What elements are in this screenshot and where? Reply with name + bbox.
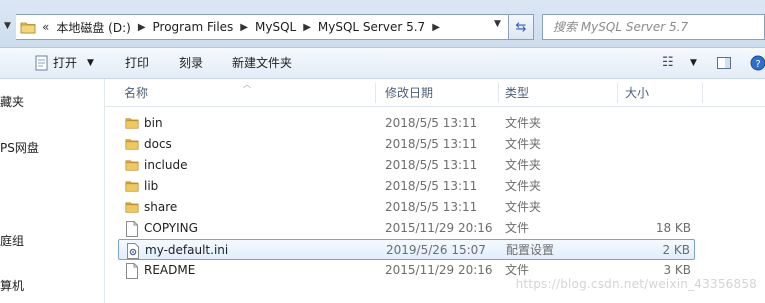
nav-item-favorites[interactable]: 藏夹: [0, 93, 24, 110]
refresh-icon: ⇆: [515, 19, 527, 35]
folder-icon: [125, 116, 139, 133]
file-type: 文件夹: [505, 179, 542, 193]
folder-icon: [20, 19, 36, 38]
preview-pane-icon[interactable]: [716, 55, 732, 74]
open-button[interactable]: 打开: [53, 48, 77, 78]
file-type: 文件夹: [505, 158, 542, 172]
folder-icon: [125, 179, 139, 196]
file-name: bin: [144, 116, 163, 130]
file-icon: [125, 221, 139, 240]
burn-button[interactable]: 刻录: [179, 48, 203, 78]
chevron-right-icon[interactable]: ▶: [430, 22, 442, 33]
file-date: 2018/5/5 13:11: [385, 179, 478, 193]
file-type: 文件夹: [505, 200, 542, 214]
svg-text:?: ?: [755, 59, 760, 70]
column-headers: ︿ 名称 修改日期 类型 大小: [105, 79, 765, 107]
file-name: my-default.ini: [145, 243, 229, 257]
file-row[interactable]: share 2018/5/5 13:11 文件夹: [118, 197, 695, 218]
address-bar[interactable]: « 本地磁盘 (D:) ▶ Program Files ▶ MySQL ▶ My…: [16, 14, 521, 40]
file-name: README: [144, 263, 196, 277]
command-bar: 打开 ▼ 打印 刻录 新建文件夹 ☷ ▼ ?: [0, 48, 765, 79]
column-header-date[interactable]: 修改日期: [385, 79, 433, 106]
file-type: 文件夹: [505, 137, 542, 151]
column-header-type[interactable]: 类型: [505, 79, 529, 106]
file-name: include: [144, 158, 188, 172]
file-row[interactable]: bin 2018/5/5 13:11 文件夹: [118, 113, 695, 134]
file-date: 2018/5/5 13:11: [385, 116, 478, 130]
chevron-right-icon[interactable]: ▶: [238, 22, 250, 33]
address-dropdown-icon[interactable]: ▼: [494, 19, 501, 29]
file-date: 2019/5/26 15:07: [386, 243, 486, 257]
folder-icon: [125, 158, 139, 175]
file-name: lib: [144, 179, 159, 193]
file-row[interactable]: docs 2018/5/5 13:11 文件夹: [118, 134, 695, 155]
watermark: https://blog.csdn.net/weixin_43356858: [515, 277, 757, 291]
refresh-button[interactable]: ⇆: [508, 14, 534, 40]
chevron-down-icon[interactable]: ▼: [4, 21, 11, 31]
file-row[interactable]: my-default.ini 2019/5/26 15:07 配置设置 2 KB: [118, 239, 695, 260]
nav-item-homegroup[interactable]: 庭组: [0, 232, 24, 249]
view-dropdown-icon[interactable]: ▼: [690, 48, 697, 78]
file-row[interactable]: COPYING 2015/11/29 20:16 文件 18 KB: [118, 218, 695, 239]
new-folder-button[interactable]: 新建文件夹: [232, 48, 292, 78]
file-date: 2018/5/5 13:11: [385, 158, 478, 172]
file-date: 2015/11/29 20:16: [385, 221, 493, 235]
breadcrumb-mysql-server[interactable]: MySQL Server 5.7: [313, 20, 430, 34]
file-date: 2018/5/5 13:11: [385, 137, 478, 151]
file-icon: [125, 263, 139, 282]
breadcrumb-program-files[interactable]: Program Files: [148, 20, 239, 34]
folder-icon: [125, 137, 139, 154]
file-size: 2 KB: [662, 243, 690, 257]
file-type: 配置设置: [506, 243, 555, 257]
breadcrumb-mysql[interactable]: MySQL: [250, 20, 301, 34]
column-header-name[interactable]: 名称: [124, 79, 148, 106]
column-header-size[interactable]: 大小: [625, 79, 649, 106]
file-name: share: [144, 200, 178, 214]
view-options-icon[interactable]: ☷: [662, 48, 674, 78]
help-icon[interactable]: ?: [750, 55, 765, 74]
file-type: 文件: [505, 221, 530, 235]
file-date: 2015/11/29 20:16: [385, 263, 493, 277]
breadcrumb-drive[interactable]: 本地磁盘 (D:): [51, 19, 135, 36]
chevron-right-icon[interactable]: ▶: [136, 22, 148, 33]
file-type: 文件夹: [505, 116, 542, 130]
folder-icon: [125, 200, 139, 217]
file-name: docs: [144, 137, 172, 151]
address-bar-row: ▼ « 本地磁盘 (D:) ▶ Program Files ▶ MySQL ▶ …: [0, 0, 765, 48]
overflow-icon[interactable]: «: [40, 20, 51, 34]
file-name: COPYING: [144, 221, 198, 235]
file-row[interactable]: lib 2018/5/5 13:11 文件夹: [118, 176, 695, 197]
file-row[interactable]: include 2018/5/5 13:11 文件夹: [118, 155, 695, 176]
file-date: 2018/5/5 13:11: [385, 200, 478, 214]
open-dropdown-icon[interactable]: ▼: [87, 48, 94, 78]
nav-item-computer[interactable]: 算机: [0, 277, 24, 294]
file-size: 18 KB: [655, 221, 691, 235]
search-input[interactable]: 搜索 MySQL Server 5.7: [542, 14, 765, 40]
nav-item-wps-drive[interactable]: PS网盘: [0, 139, 39, 156]
chevron-right-icon[interactable]: ▶: [301, 22, 313, 33]
navigation-pane: 藏夹 PS网盘 庭组 算机: [0, 79, 105, 303]
open-icon: [34, 55, 50, 74]
sort-indicator-icon: ︿: [243, 80, 251, 89]
print-button[interactable]: 打印: [125, 48, 149, 78]
